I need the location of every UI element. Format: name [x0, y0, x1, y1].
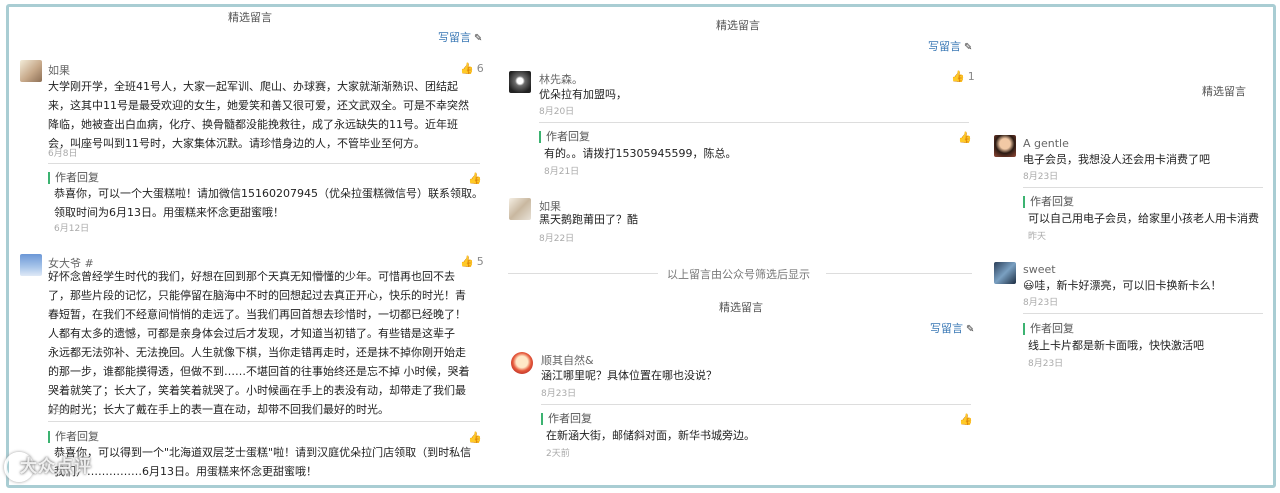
reply-date: 2天前 [546, 449, 570, 459]
thumbs-up-icon: 👍 [460, 62, 474, 75]
comment-line: 大学刚开学，全班41号人，大家一起军训、爬山、办球赛，大家就渐渐熟识、团结起 [48, 80, 458, 93]
author-reply-text: 在新涵大街，邮储斜对面，新华书城旁边。 [546, 429, 755, 442]
comment-text: 黑天鹅跑莆田了？酷 [539, 213, 638, 226]
write-comment-label: 写留言 [928, 40, 961, 53]
commenter-name: sweet [1023, 263, 1056, 276]
comment-text: 大学刚开学，全班41号人，大家一起军训、爬山、办球赛，大家就渐渐熟识、团结起 来… [48, 77, 488, 153]
avatar[interactable] [994, 262, 1016, 284]
comment-date: 8月23日 [541, 389, 577, 399]
divider [48, 421, 480, 422]
author-reply-text: 恭喜你，可以得到一个"北海道双层芝士蛋糕"啦！请到汉庭优朵拉门店领取（到时私信 … [54, 443, 484, 481]
comment-date: 8月22日 [539, 234, 575, 244]
author-reply-text: 可以自己用电子会员，给家里小孩老人用卡消费 [1028, 212, 1259, 225]
divider [1023, 187, 1263, 188]
like-button[interactable]: 👍 6 [460, 62, 484, 75]
write-comment-link[interactable]: 写留言 ✎ [930, 320, 974, 336]
author-reply-label: 作者回复 [48, 172, 99, 184]
comment-text: 好怀念曾经学生时代的我们，好想在回到那个天真无知懵懂的少年。可惜再也回不去 了，… [48, 267, 488, 419]
reply-date: 6月12日 [54, 224, 90, 234]
comment-text: 涵江哪里呢？具体位置在哪也没说？ [541, 369, 717, 382]
divider [539, 122, 969, 123]
avatar[interactable] [20, 60, 42, 82]
comment-line: 会，叫座号叫到11号时，大家集体沉默。请珍惜身边的人，不管毕业至何方。 [48, 137, 425, 150]
reply-date: 昨天 [1028, 232, 1047, 242]
reply-line: 恭喜你，可以得到一个"北海道双层芝士蛋糕"啦！请到汉庭优朵拉门店领取（到时私信 [54, 446, 472, 459]
comment-date: 8月23日 [1023, 298, 1059, 308]
write-comment-label: 写留言 [930, 322, 963, 335]
like-count: 6 [476, 62, 484, 75]
filter-note: 以上留言由公众号筛选后显示 [667, 268, 810, 281]
author-reply-label: 作者回复 [1023, 196, 1074, 208]
pencil-icon: ✎ [966, 324, 975, 335]
author-reply-text: 线上卡片都是新卡面哦，快快激活吧 [1028, 339, 1204, 352]
comments-panel-2: 精选留言 写留言 ✎ 林先森。 👍 1 优朵拉有加盟吗， 8月20日 作者回复 👍 … [500, 0, 978, 490]
thumbs-up-icon[interactable]: 👍 [959, 413, 973, 426]
section-title: 精选留言 [719, 301, 763, 314]
section-title: 精选留言 [228, 11, 272, 24]
divider [508, 273, 658, 274]
reply-date: 8月23日 [1028, 359, 1064, 369]
divider [541, 404, 971, 405]
write-comment-link[interactable]: 写留言 ✎ [928, 38, 972, 54]
avatar[interactable] [511, 352, 533, 374]
author-reply-label: 作者回复 [539, 131, 590, 143]
author-reply-label: 作者回复 [541, 413, 592, 425]
comment-line: 降临，她被查出白血病，化疗、换骨髓都没能挽救往，成了永远缺失的11号。近年班 [48, 118, 458, 131]
divider [48, 163, 480, 164]
thumbs-up-icon: 👍 [951, 70, 965, 83]
avatar[interactable] [20, 254, 42, 276]
write-comment-label: 写留言 [438, 31, 471, 44]
comment-line: 好怀念曾经学生时代的我们，好想在回到那个天真无知懵懂的少年。可惜再也回不去 [48, 270, 455, 283]
comment-line: 来，这其中11号是最受欢迎的女生，她爱笑和善又很可爱，还文武双全。可是不幸突然 [48, 99, 469, 112]
like-button[interactable]: 👍 1 [951, 70, 975, 83]
reply-line: 恭喜你，可以一个大蛋糕啦！请加微信15160207945（优朵拉蛋糕微信号）联系… [54, 187, 483, 200]
comments-panel-3: 精选留言 A gentle 电子会员，我想没人还会用卡消费了吧 8月23日 作者… [984, 0, 1270, 490]
comments-panel-1: 精选留言 写留言 ✎ 如果 👍 6 大学刚开学，全班41号人，大家一起军训、爬山、办… [14, 0, 494, 490]
pencil-icon: ✎ [964, 42, 973, 53]
author-reply-text: 恭喜你，可以一个大蛋糕啦！请加微信15160207945（优朵拉蛋糕微信号）联系… [54, 184, 484, 222]
comment-date: 6月8日 [48, 407, 78, 417]
section-title: 精选留言 [716, 19, 760, 32]
reply-line: 我们）……………6月13日。用蛋糕来怀念更甜蜜哦！ [54, 465, 317, 478]
pencil-icon: ✎ [474, 33, 483, 44]
commenter-name: 如果 [48, 64, 70, 77]
comment-line: 好的时光；长大了戴在手上的表一直在动，却带不回我们最好的时光。 [48, 403, 389, 416]
comment-line: 哭着就笑了；长大了，笑着笑着就哭了。小时候画在手上的表没有动，却带走了我们最 [48, 384, 466, 397]
divider [826, 273, 972, 274]
comment-line: 人都有太多的遗憾，可都是亲身体会过后才发现，才知道当初错了。有些错是这辈子 [48, 327, 455, 340]
author-reply-label: 作者回复 [48, 431, 99, 443]
comment-line: 了，那些片段的记忆，只能停留在脑海中不时的回想起过去真正开心，快乐的时光！青 [48, 289, 466, 302]
avatar[interactable] [994, 135, 1016, 157]
watermark-text: 大众点评 [20, 457, 92, 477]
comment-line: 的那一步，谁都能摸得透，但做不到……不堪回首的往事始终还是忘不掉 小时候，哭着 [48, 365, 470, 378]
comment-date: 6月8日 [48, 149, 78, 159]
comment-date: 8月20日 [539, 107, 575, 117]
comment-date: 8月23日 [1023, 172, 1059, 182]
author-reply-label: 作者回复 [1023, 323, 1074, 335]
comment-line: 春短暂，在我们不经意间悄悄的走远了。当我们再回首想去珍惜时，一切都已经晚了！ [48, 308, 466, 321]
avatar[interactable] [509, 198, 531, 220]
divider [1023, 313, 1263, 314]
comment-text: 优朵拉有加盟吗， [539, 88, 627, 101]
reply-line: 领取时间为6月13日。用蛋糕来怀念更甜蜜哦！ [54, 206, 284, 219]
comment-text: 电子会员，我想没人还会用卡消费了吧 [1023, 153, 1210, 166]
comment-line: 永远都无法弥补、无法挽回。人生就像下棋，当你走错再走时，还是抹不掉你刚开始走 [48, 346, 466, 359]
like-count: 1 [967, 70, 975, 83]
commenter-name: A gentle [1023, 137, 1069, 150]
section-title: 精选留言 [1202, 85, 1246, 98]
thumbs-up-icon[interactable]: 👍 [958, 131, 972, 144]
reply-date: 8月21日 [544, 167, 580, 177]
author-reply-text: 有的。。请拨打15305945599，陈总。 [544, 147, 737, 160]
avatar[interactable] [509, 71, 531, 93]
comment-text: 😃哇，新卡好漂亮，可以旧卡换新卡么！ [1023, 279, 1222, 292]
write-comment-link[interactable]: 写留言 ✎ [438, 29, 482, 45]
